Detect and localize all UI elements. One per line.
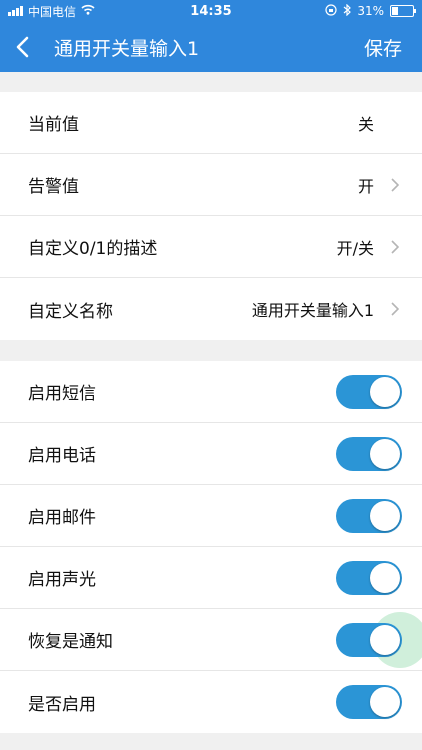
back-button[interactable] xyxy=(0,22,44,72)
wifi-icon xyxy=(81,4,95,18)
row-value: 开 xyxy=(357,176,374,196)
toggle-knob xyxy=(370,438,400,469)
toggle-knob xyxy=(370,376,400,407)
row-label: 是否启用 xyxy=(28,694,96,715)
row-is-enabled: 是否启用 xyxy=(0,671,422,733)
row-recovery-notify: 恢复是通知 xyxy=(0,609,422,671)
info-group: 当前值 关 告警值 开 自定义0/1的描述 开/关 自定义名称 通用开关量输入1 xyxy=(0,92,422,340)
bluetooth-icon xyxy=(343,3,352,19)
row-enable-sound-light: 启用声光 xyxy=(0,547,422,609)
section-gap xyxy=(0,72,422,92)
row-value: 通用开关量输入1 xyxy=(251,301,374,320)
toggle-switch[interactable] xyxy=(336,374,402,409)
chevron-right-icon xyxy=(388,302,402,316)
row-label: 自定义0/1的描述 xyxy=(28,239,158,259)
row-label: 恢复是通知 xyxy=(28,632,113,652)
toggle-switch[interactable] xyxy=(336,685,402,719)
row-value: 开/关 xyxy=(336,238,374,258)
row-enable-email: 启用邮件 xyxy=(0,485,422,547)
page-title: 通用开关量输入1 xyxy=(54,37,200,60)
row-value: 关 xyxy=(357,114,374,134)
row-label: 当前值 xyxy=(28,115,79,135)
row-current-value: 当前值 关 xyxy=(0,92,422,154)
toggle-knob xyxy=(370,562,400,593)
status-bar: 中国电信 14:35 31% xyxy=(0,0,422,22)
status-time: 14:35 xyxy=(190,3,232,19)
section-gap xyxy=(0,340,422,361)
row-label: 启用短信 xyxy=(28,384,96,404)
row-label: 自定义名称 xyxy=(28,301,113,322)
battery-percent: 31% xyxy=(357,4,384,18)
orientation-lock-icon xyxy=(325,3,337,19)
toggle-switch[interactable] xyxy=(336,622,402,657)
chevron-right-icon xyxy=(388,177,402,192)
toggle-switch[interactable] xyxy=(336,436,402,471)
toggle-switch[interactable] xyxy=(336,560,402,595)
carrier-name: 中国电信 xyxy=(28,4,77,19)
row-label: 启用电话 xyxy=(28,446,96,466)
toggle-knob xyxy=(370,500,400,531)
signal-icon xyxy=(8,6,23,16)
row-enable-phone: 启用电话 xyxy=(0,423,422,485)
save-button[interactable]: 保存 xyxy=(364,34,402,61)
row-enable-sms: 启用短信 xyxy=(0,361,422,423)
toggle-group: 启用短信 启用电话 启用邮件 启用声光 恢复是通知 是否启用 xyxy=(0,361,422,733)
status-left: 中国电信 xyxy=(8,3,95,20)
toggle-knob xyxy=(370,624,400,655)
nav-bar: 通用开关量输入1 保存 xyxy=(0,22,422,72)
row-custom-name[interactable]: 自定义名称 通用开关量输入1 xyxy=(0,278,422,340)
row-alarm-value[interactable]: 告警值 开 xyxy=(0,154,422,216)
chevron-left-icon xyxy=(16,36,29,58)
toggle-knob xyxy=(370,687,400,717)
status-right: 31% xyxy=(325,3,416,19)
row-custom-01-desc[interactable]: 自定义0/1的描述 开/关 xyxy=(0,216,422,278)
row-label: 启用声光 xyxy=(28,570,96,590)
battery-icon xyxy=(390,5,416,17)
row-label: 告警值 xyxy=(28,177,79,197)
chevron-right-icon xyxy=(388,239,402,254)
row-label: 启用邮件 xyxy=(28,508,96,528)
toggle-switch[interactable] xyxy=(336,498,402,533)
